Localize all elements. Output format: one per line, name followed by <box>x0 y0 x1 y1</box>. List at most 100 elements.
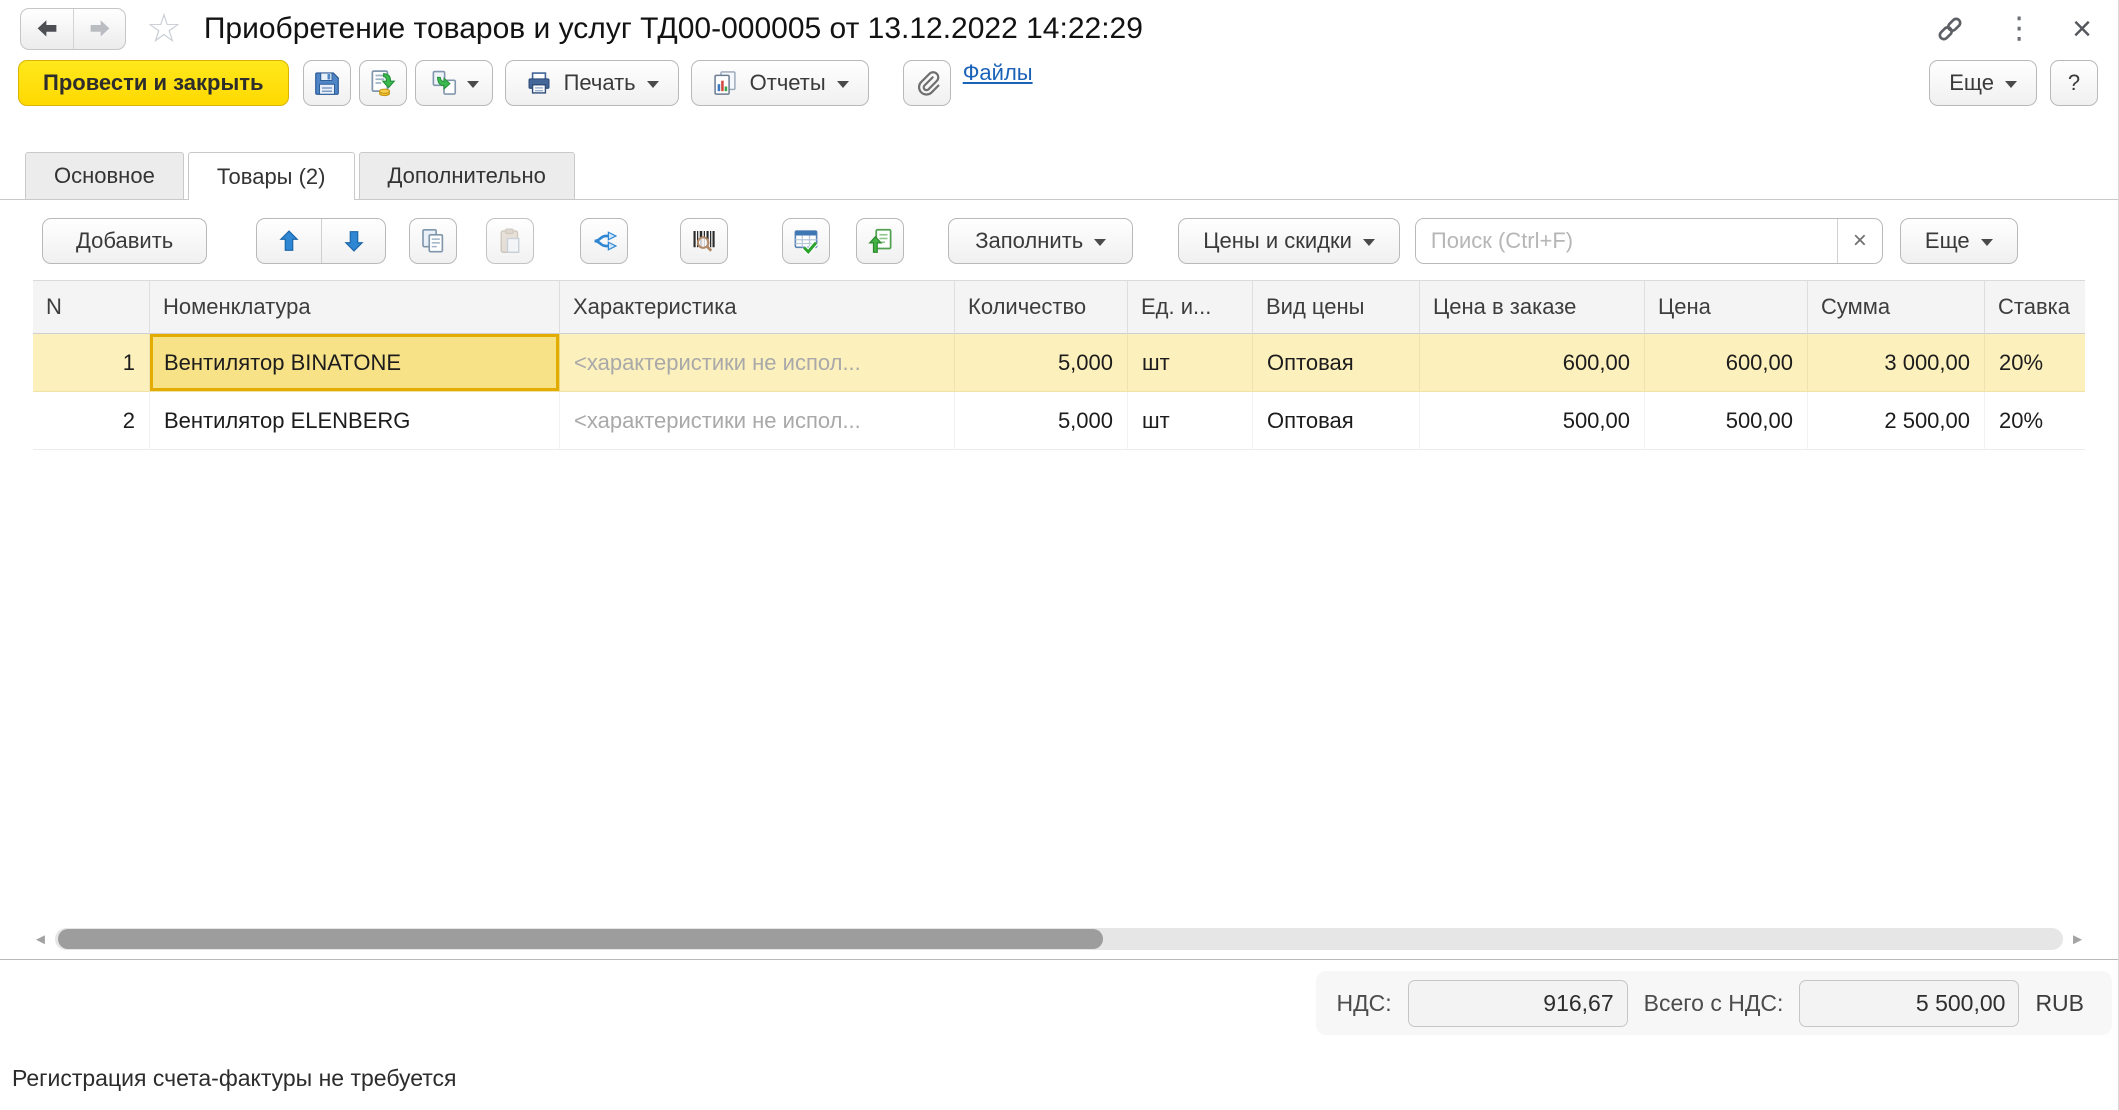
arrow-up-icon <box>275 227 303 255</box>
cell-row2-nomenclature[interactable]: Вентилятор ELENBERG <box>150 392 560 450</box>
more-button[interactable]: Еще <box>1929 60 2037 106</box>
add-row-button[interactable]: Добавить <box>42 218 207 264</box>
load-from-file-button[interactable] <box>856 218 904 264</box>
page-title: Приобретение товаров и услуг ТД00-000005… <box>204 12 1143 46</box>
save-button[interactable] <box>303 60 351 106</box>
column-header-order-price[interactable]: Цена в заказе <box>1420 280 1645 334</box>
paste-row-button[interactable] <box>486 218 534 264</box>
help-label: ? <box>2068 70 2080 96</box>
scrollbar-track[interactable] <box>55 928 2063 950</box>
cell-row1-unit[interactable]: шт <box>1128 334 1253 392</box>
column-header-sum[interactable]: Сумма <box>1808 280 1985 334</box>
split-arrows-icon <box>589 226 619 256</box>
cell-row2-n[interactable]: 2 <box>33 392 150 450</box>
barcode-search-button[interactable] <box>680 218 728 264</box>
cell-row1-price[interactable]: 600,00 <box>1645 334 1808 392</box>
post-document-icon <box>368 68 398 98</box>
cell-row1-n[interactable]: 1 <box>33 334 150 392</box>
scrollbar-thumb[interactable] <box>58 929 1103 949</box>
history-nav <box>20 8 126 50</box>
forward-arrow-icon <box>85 14 115 44</box>
prices-discounts-label: Цены и скидки <box>1203 228 1352 254</box>
dropdown-caret-icon <box>647 81 659 88</box>
scroll-right-icon[interactable]: ► <box>2070 932 2085 947</box>
horizontal-scrollbar: ◄ ► <box>33 925 2085 959</box>
create-based-on-icon <box>429 68 459 98</box>
verify-table-icon <box>791 226 821 256</box>
column-header-unit[interactable]: Ед. и... <box>1128 280 1253 334</box>
load-document-icon <box>865 226 895 256</box>
cell-row2-price-type[interactable]: Оптовая <box>1253 392 1420 450</box>
tab-goods[interactable]: Товары (2) <box>188 152 355 200</box>
cell-row2-order-price[interactable]: 500,00 <box>1420 392 1645 450</box>
close-button[interactable]: × <box>2072 12 2092 46</box>
table-more-button[interactable]: Еще <box>1900 218 2018 264</box>
tab-additional[interactable]: Дополнительно <box>359 152 575 199</box>
vat-value-field: 916,67 <box>1408 980 1628 1027</box>
cell-row1-price-type[interactable]: Оптовая <box>1253 334 1420 392</box>
post-document-button[interactable] <box>359 60 407 106</box>
search-clear-button[interactable]: × <box>1837 219 1882 263</box>
total-with-vat-field: 5 500,00 <box>1799 980 2019 1027</box>
more-menu-button[interactable]: ⋮ <box>2004 14 2034 44</box>
favorite-star-icon[interactable]: ☆ <box>146 9 182 49</box>
total-with-vat-label: Всего с НДС: <box>1644 990 1784 1017</box>
column-header-quantity[interactable]: Количество <box>955 280 1128 334</box>
tab-main-label: Основное <box>54 163 155 189</box>
cell-row2-unit[interactable]: шт <box>1128 392 1253 450</box>
copy-row-button[interactable] <box>409 218 457 264</box>
cell-row1-vat-rate[interactable]: 20% <box>1985 334 2085 392</box>
post-and-close-label: Провести и закрыть <box>43 70 264 96</box>
print-label: Печать <box>564 70 636 96</box>
cell-row1-sum[interactable]: 3 000,00 <box>1808 334 1985 392</box>
fill-button[interactable]: Заполнить <box>948 218 1133 264</box>
move-row-down-button[interactable] <box>321 219 385 263</box>
fill-label: Заполнить <box>975 228 1083 254</box>
dropdown-caret-icon <box>1094 239 1106 246</box>
get-link-button[interactable] <box>1934 13 1966 45</box>
cell-row1-order-price[interactable]: 600,00 <box>1420 334 1645 392</box>
column-header-vat-rate[interactable]: Ставка <box>1985 280 2085 334</box>
cell-row1-characteristic[interactable]: <характеристики не испол... <box>560 334 955 392</box>
add-row-label: Добавить <box>76 228 173 254</box>
files-link[interactable]: Файлы <box>963 60 1033 86</box>
cell-row2-vat-rate[interactable]: 20% <box>1985 392 2085 450</box>
column-header-characteristic[interactable]: Характеристика <box>560 280 955 334</box>
dropdown-caret-icon <box>467 81 479 88</box>
column-header-price[interactable]: Цена <box>1645 280 1808 334</box>
dropdown-caret-icon <box>837 81 849 88</box>
dropdown-caret-icon <box>1981 239 1993 246</box>
search-input[interactable] <box>1416 219 1837 263</box>
post-and-close-button[interactable]: Провести и закрыть <box>18 60 289 106</box>
move-row-up-button[interactable] <box>257 219 321 263</box>
cell-row2-quantity[interactable]: 5,000 <box>955 392 1128 450</box>
reports-icon <box>711 69 739 97</box>
forward-button[interactable] <box>73 9 125 49</box>
create-based-on-button[interactable] <box>415 60 493 106</box>
split-rows-button[interactable] <box>580 218 628 264</box>
cell-row2-characteristic[interactable]: <характеристики не испол... <box>560 392 955 450</box>
cell-row1-nomenclature[interactable]: Вентилятор BINATONE <box>150 334 560 392</box>
scroll-left-icon[interactable]: ◄ <box>33 932 48 947</box>
status-message: Регистрация счета-фактуры не требуется <box>12 1065 457 1092</box>
totals-bar: НДС: 916,67 Всего с НДС: 5 500,00 RUB <box>0 960 2118 1046</box>
command-bar-right: Еще ? <box>1929 60 2098 106</box>
status-bar: Регистрация счета-фактуры не требуется <box>0 1046 2118 1110</box>
tab-main[interactable]: Основное <box>25 152 184 199</box>
column-header-nomenclature[interactable]: Номенклатура <box>150 280 560 334</box>
arrow-down-icon <box>340 227 368 255</box>
reports-button[interactable]: Отчеты <box>691 60 869 106</box>
help-button[interactable]: ? <box>2050 60 2098 106</box>
check-fill-button[interactable] <box>782 218 830 264</box>
clear-icon: × <box>1853 227 1867 255</box>
attachments-button[interactable] <box>903 60 951 106</box>
back-button[interactable] <box>21 9 73 49</box>
prices-discounts-button[interactable]: Цены и скидки <box>1178 218 1400 264</box>
goods-grid: N Номенклатура Характеристика Количество… <box>33 280 2085 450</box>
cell-row2-sum[interactable]: 2 500,00 <box>1808 392 1985 450</box>
cell-row1-quantity[interactable]: 5,000 <box>955 334 1128 392</box>
column-header-price-type[interactable]: Вид цены <box>1253 280 1420 334</box>
column-header-n[interactable]: N <box>33 280 150 334</box>
cell-row2-price[interactable]: 500,00 <box>1645 392 1808 450</box>
print-button[interactable]: Печать <box>505 60 679 106</box>
